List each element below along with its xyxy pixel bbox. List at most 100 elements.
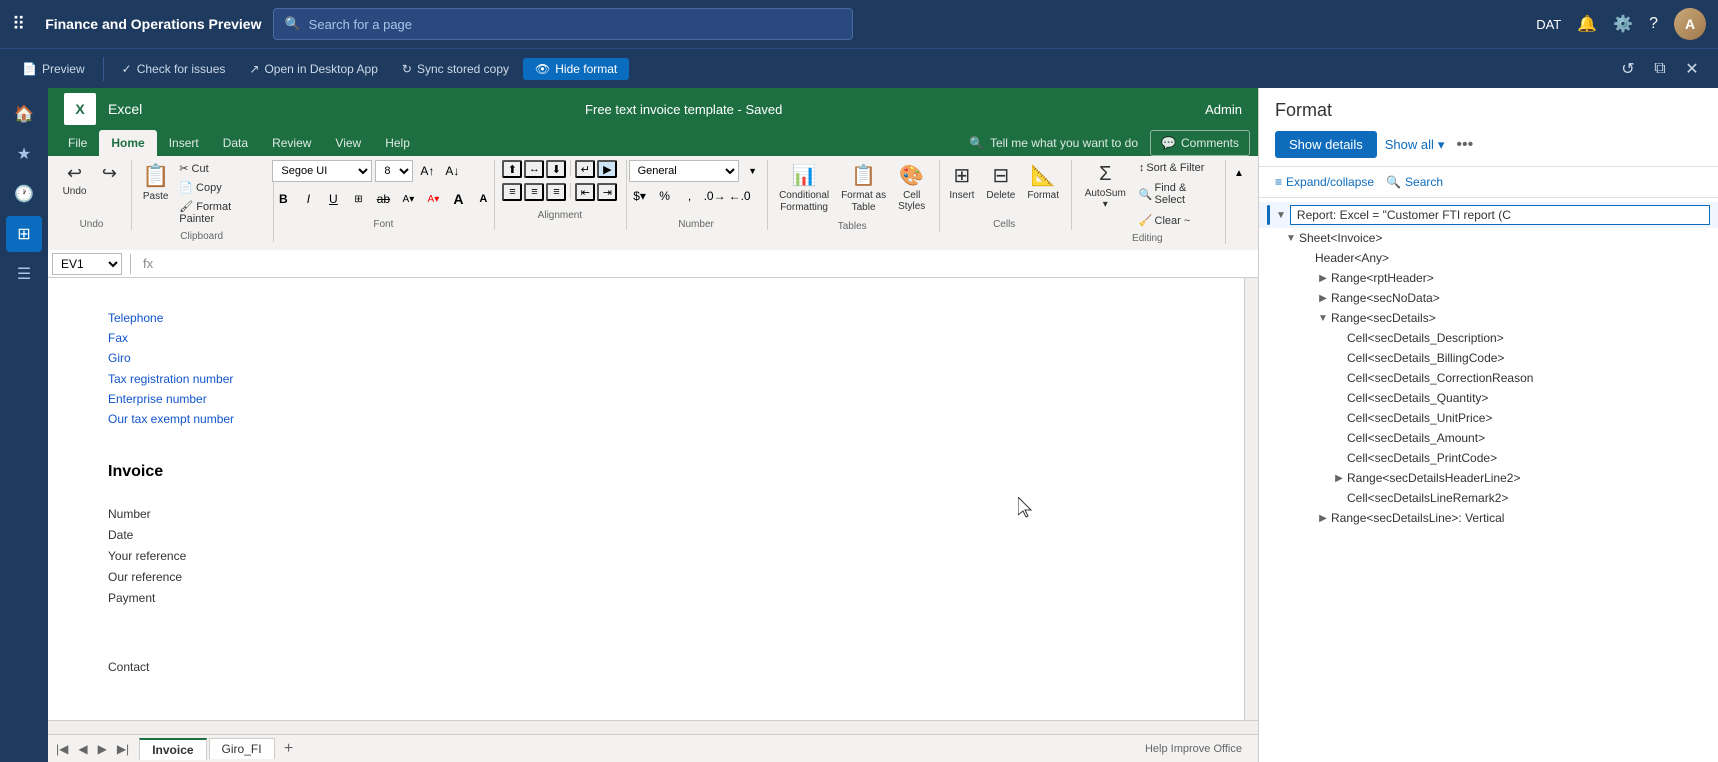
- sidebar-list-icon[interactable]: ☰: [6, 256, 42, 292]
- autosum-button[interactable]: Σ AutoSum ▾: [1078, 160, 1133, 213]
- font-size-select[interactable]: 8: [375, 160, 413, 182]
- comments-button[interactable]: 💬 Comments: [1150, 130, 1250, 156]
- tree-cell-unitprice[interactable]: Cell<secDetails_UnitPrice>: [1259, 408, 1718, 428]
- italic-btn[interactable]: I: [297, 188, 319, 210]
- sort-filter-button[interactable]: ↕ Sort & Filter: [1135, 160, 1217, 176]
- percent-btn[interactable]: %: [654, 185, 676, 207]
- font-size-a-btn[interactable]: A: [447, 188, 469, 210]
- format-button[interactable]: 📐 Format: [1022, 160, 1064, 204]
- currency-btn[interactable]: $▾: [629, 185, 651, 207]
- show-all-button[interactable]: Show all ▾: [1385, 137, 1445, 153]
- strikethrough-btn[interactable]: ab: [372, 188, 394, 210]
- tree-cell-description[interactable]: Cell<secDetails_Description>: [1259, 328, 1718, 348]
- tab-home[interactable]: Home: [99, 130, 156, 156]
- search-bar[interactable]: 🔍 Search for a page: [273, 8, 853, 40]
- refresh-icon-btn[interactable]: ↺: [1614, 55, 1642, 83]
- format-as-table-button[interactable]: 📋 Format asTable: [836, 160, 891, 217]
- tab-help[interactable]: Help: [373, 130, 422, 156]
- sidebar-home-icon[interactable]: 🏠: [6, 96, 42, 132]
- open-desktop-button[interactable]: ↗ Open in Desktop App: [239, 58, 387, 80]
- sidebar-star-icon[interactable]: ★: [6, 136, 42, 172]
- sheet-nav-last[interactable]: ▶|: [113, 740, 133, 758]
- decrease-decimal-btn[interactable]: ←.0: [729, 185, 751, 207]
- cell-styles-button[interactable]: 🎨 CellStyles: [893, 160, 930, 215]
- tab-view[interactable]: View: [323, 130, 373, 156]
- font-name-select[interactable]: Segoe UI: [272, 160, 372, 182]
- delete-button[interactable]: ⊟ Delete: [981, 160, 1020, 204]
- copy-button[interactable]: 📄 Copy: [175, 179, 265, 196]
- underline-btn[interactable]: U: [322, 188, 344, 210]
- more-options-button[interactable]: •••: [1456, 136, 1473, 154]
- align-center-btn[interactable]: ≡: [524, 183, 544, 201]
- align-left-btn[interactable]: ≡: [502, 183, 522, 201]
- number-format-down-btn[interactable]: ▼: [742, 160, 764, 182]
- sheet-nav-prev[interactable]: ◀: [74, 740, 91, 758]
- tab-review[interactable]: Review: [260, 130, 323, 156]
- sheet-area[interactable]: Telephone Fax Giro Tax registration numb…: [48, 278, 1258, 734]
- align-bottom-btn[interactable]: ⬇: [546, 160, 566, 178]
- cell-reference-select[interactable]: EV1: [52, 253, 122, 275]
- check-issues-button[interactable]: ✓ Check for issues: [112, 58, 236, 80]
- align-right-btn[interactable]: ≡: [546, 183, 566, 201]
- find-select-button[interactable]: 🔍 Find & Select: [1135, 180, 1217, 208]
- align-middle-btn[interactable]: ↔: [524, 160, 544, 178]
- font-size-a2-btn[interactable]: A: [472, 188, 494, 210]
- preview-button[interactable]: 📄 Preview: [12, 58, 95, 80]
- sheet-nav-next[interactable]: ▶: [94, 740, 111, 758]
- avatar[interactable]: A: [1674, 8, 1706, 40]
- help-icon[interactable]: ?: [1649, 15, 1658, 33]
- tree-cell-printcode[interactable]: Cell<secDetails_PrintCode>: [1259, 448, 1718, 468]
- font-color-btn[interactable]: A▾: [422, 188, 444, 210]
- cut-button[interactable]: ✂ Cut: [175, 160, 265, 177]
- sync-button[interactable]: ↻ Sync stored copy: [392, 58, 519, 80]
- close-panel-btn[interactable]: ✕: [1678, 55, 1706, 83]
- fill-color-btn[interactable]: A▾: [397, 188, 419, 210]
- insert-button[interactable]: ⊞ Insert: [944, 160, 979, 204]
- tell-me-input[interactable]: 🔍 Tell me what you want to do: [957, 130, 1150, 156]
- show-details-button[interactable]: Show details: [1275, 131, 1377, 158]
- tree-sheet-invoice[interactable]: ▼ Sheet<Invoice>: [1259, 228, 1718, 248]
- sidebar-recent-icon[interactable]: 🕐: [6, 176, 42, 212]
- increase-indent-btn[interactable]: ⇥: [597, 183, 617, 201]
- sheet-tab-invoice[interactable]: Invoice: [139, 738, 206, 760]
- settings-icon[interactable]: ⚙️: [1613, 14, 1633, 34]
- tree-cell-amount[interactable]: Cell<secDetails_Amount>: [1259, 428, 1718, 448]
- border-btn[interactable]: ⊞: [347, 188, 369, 210]
- report-input[interactable]: [1290, 205, 1710, 225]
- bold-btn[interactable]: B: [272, 188, 294, 210]
- tree-range-rptheader[interactable]: ▶ Range<rptHeader>: [1259, 268, 1718, 288]
- tree-cell-quantity[interactable]: Cell<secDetails_Quantity>: [1259, 388, 1718, 408]
- collapse-ribbon-btn[interactable]: ▲: [1228, 162, 1250, 184]
- expand-collapse-button[interactable]: ≡ Expand/collapse: [1275, 175, 1374, 189]
- tab-data[interactable]: Data: [211, 130, 260, 156]
- decrease-font-btn[interactable]: A↓: [441, 160, 463, 182]
- report-row[interactable]: ▼: [1259, 202, 1718, 228]
- tree-range-secdetails[interactable]: ▼ Range<secDetails>: [1259, 308, 1718, 328]
- align-top-btn[interactable]: ⬆: [502, 160, 522, 178]
- increase-font-btn[interactable]: A↑: [416, 160, 438, 182]
- tree-cell-billingcode[interactable]: Cell<secDetails_BillingCode>: [1259, 348, 1718, 368]
- sheet-tab-giro[interactable]: Giro_FI: [209, 738, 275, 759]
- align-right-outer-btn[interactable]: ▶: [597, 160, 617, 178]
- redo-button[interactable]: ↪: [93, 160, 125, 189]
- sheet-scrollbar-vertical[interactable]: [1244, 278, 1258, 720]
- paste-button[interactable]: 📋 Paste: [138, 160, 173, 205]
- clear-button[interactable]: 🧹 Clear ~: [1135, 212, 1217, 229]
- tree-range-detailsline[interactable]: ▶ Range<secDetailsLine>: Vertical: [1259, 508, 1718, 528]
- tree-cell-lineremark2[interactable]: Cell<secDetailsLineRemark2>: [1259, 488, 1718, 508]
- format-painter-button[interactable]: 🖌 Format Painter: [175, 198, 265, 227]
- wrap-text-btn[interactable]: ↵: [575, 160, 595, 178]
- sidebar-workspace-icon[interactable]: ⊞: [6, 216, 42, 252]
- increase-decimal-btn[interactable]: .0→: [704, 185, 726, 207]
- conditional-formatting-button[interactable]: 📊 ConditionalFormatting: [774, 160, 834, 217]
- popout-icon-btn[interactable]: ⧉: [1646, 55, 1674, 83]
- bell-icon[interactable]: 🔔: [1577, 14, 1597, 34]
- sheet-scrollbar-horizontal[interactable]: [48, 720, 1258, 734]
- undo-button[interactable]: ↩ Undo: [58, 160, 92, 200]
- add-sheet-button[interactable]: +: [277, 738, 301, 760]
- number-format-select[interactable]: General: [629, 160, 739, 182]
- tree-header-any[interactable]: Header<Any>: [1259, 248, 1718, 268]
- tab-file[interactable]: File: [56, 130, 99, 156]
- panel-search-button[interactable]: 🔍 Search: [1386, 175, 1443, 189]
- waffle-icon[interactable]: ⠿: [12, 14, 25, 35]
